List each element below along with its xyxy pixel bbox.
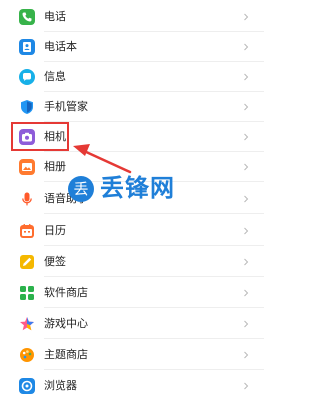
- settings-item-calendar[interactable]: 日历: [0, 216, 264, 246]
- chevron-right-icon: [239, 10, 253, 24]
- settings-item-contacts[interactable]: 电话本: [0, 32, 264, 62]
- settings-item-label: 相册: [44, 160, 66, 173]
- browser-icon: [19, 378, 35, 394]
- chevron-right-icon: [239, 317, 253, 331]
- notes-icon: [19, 254, 35, 270]
- game-center-icon: [19, 316, 35, 332]
- settings-item-label: 软件商店: [44, 286, 88, 299]
- calendar-icon: [19, 223, 35, 239]
- chevron-right-icon: [239, 224, 253, 238]
- settings-item-label: 手机管家: [44, 100, 88, 113]
- chevron-right-icon: [239, 100, 253, 114]
- camera-highlight-box: [11, 122, 69, 151]
- settings-item-browser[interactable]: 浏览器: [0, 371, 264, 401]
- voice-assistant-icon: [19, 191, 35, 207]
- divider: [44, 213, 264, 214]
- settings-item-messages[interactable]: 信息: [0, 62, 264, 92]
- chevron-right-icon: [239, 348, 253, 362]
- settings-item-label: 电话: [44, 10, 66, 23]
- chevron-right-icon: [239, 40, 253, 54]
- settings-item-label: 浏览器: [44, 379, 77, 392]
- phone-icon: [19, 9, 35, 25]
- chevron-right-icon: [239, 379, 253, 393]
- gallery-icon: [19, 159, 35, 175]
- settings-item-label: 信息: [44, 70, 66, 83]
- watermark: 丢 丢锋网: [68, 174, 196, 206]
- watermark-logo-char: 丢: [73, 180, 89, 198]
- shield-icon: [19, 99, 35, 115]
- settings-item-label: 游戏中心: [44, 317, 88, 330]
- divider: [44, 369, 264, 370]
- divider: [44, 338, 264, 339]
- watermark-logo: 丢: [68, 176, 94, 202]
- chevron-right-icon: [239, 160, 253, 174]
- chevron-right-icon: [239, 286, 253, 300]
- settings-item-app-store[interactable]: 软件商店: [0, 278, 264, 308]
- divider: [44, 307, 264, 308]
- chevron-right-icon: [239, 70, 253, 84]
- chevron-right-icon: [239, 192, 253, 206]
- settings-item-label: 日历: [44, 224, 66, 237]
- divider: [44, 276, 264, 277]
- contacts-icon: [19, 39, 35, 55]
- watermark-text: 丢锋网: [100, 174, 175, 202]
- settings-item-label: 便签: [44, 255, 66, 268]
- theme-store-icon: [19, 347, 35, 363]
- chevron-right-icon: [239, 255, 253, 269]
- settings-item-phone-manager[interactable]: 手机管家: [0, 92, 264, 122]
- chevron-right-icon: [239, 130, 253, 144]
- app-store-icon: [19, 285, 35, 301]
- settings-item-theme-store[interactable]: 主题商店: [0, 340, 264, 370]
- settings-item-label: 主题商店: [44, 348, 88, 361]
- settings-item-game-center[interactable]: 游戏中心: [0, 309, 264, 339]
- settings-item-phone[interactable]: 电话: [0, 2, 264, 32]
- message-icon: [19, 69, 35, 85]
- settings-item-notes[interactable]: 便签: [0, 247, 264, 277]
- settings-item-label: 电话本: [44, 40, 77, 53]
- divider: [44, 245, 264, 246]
